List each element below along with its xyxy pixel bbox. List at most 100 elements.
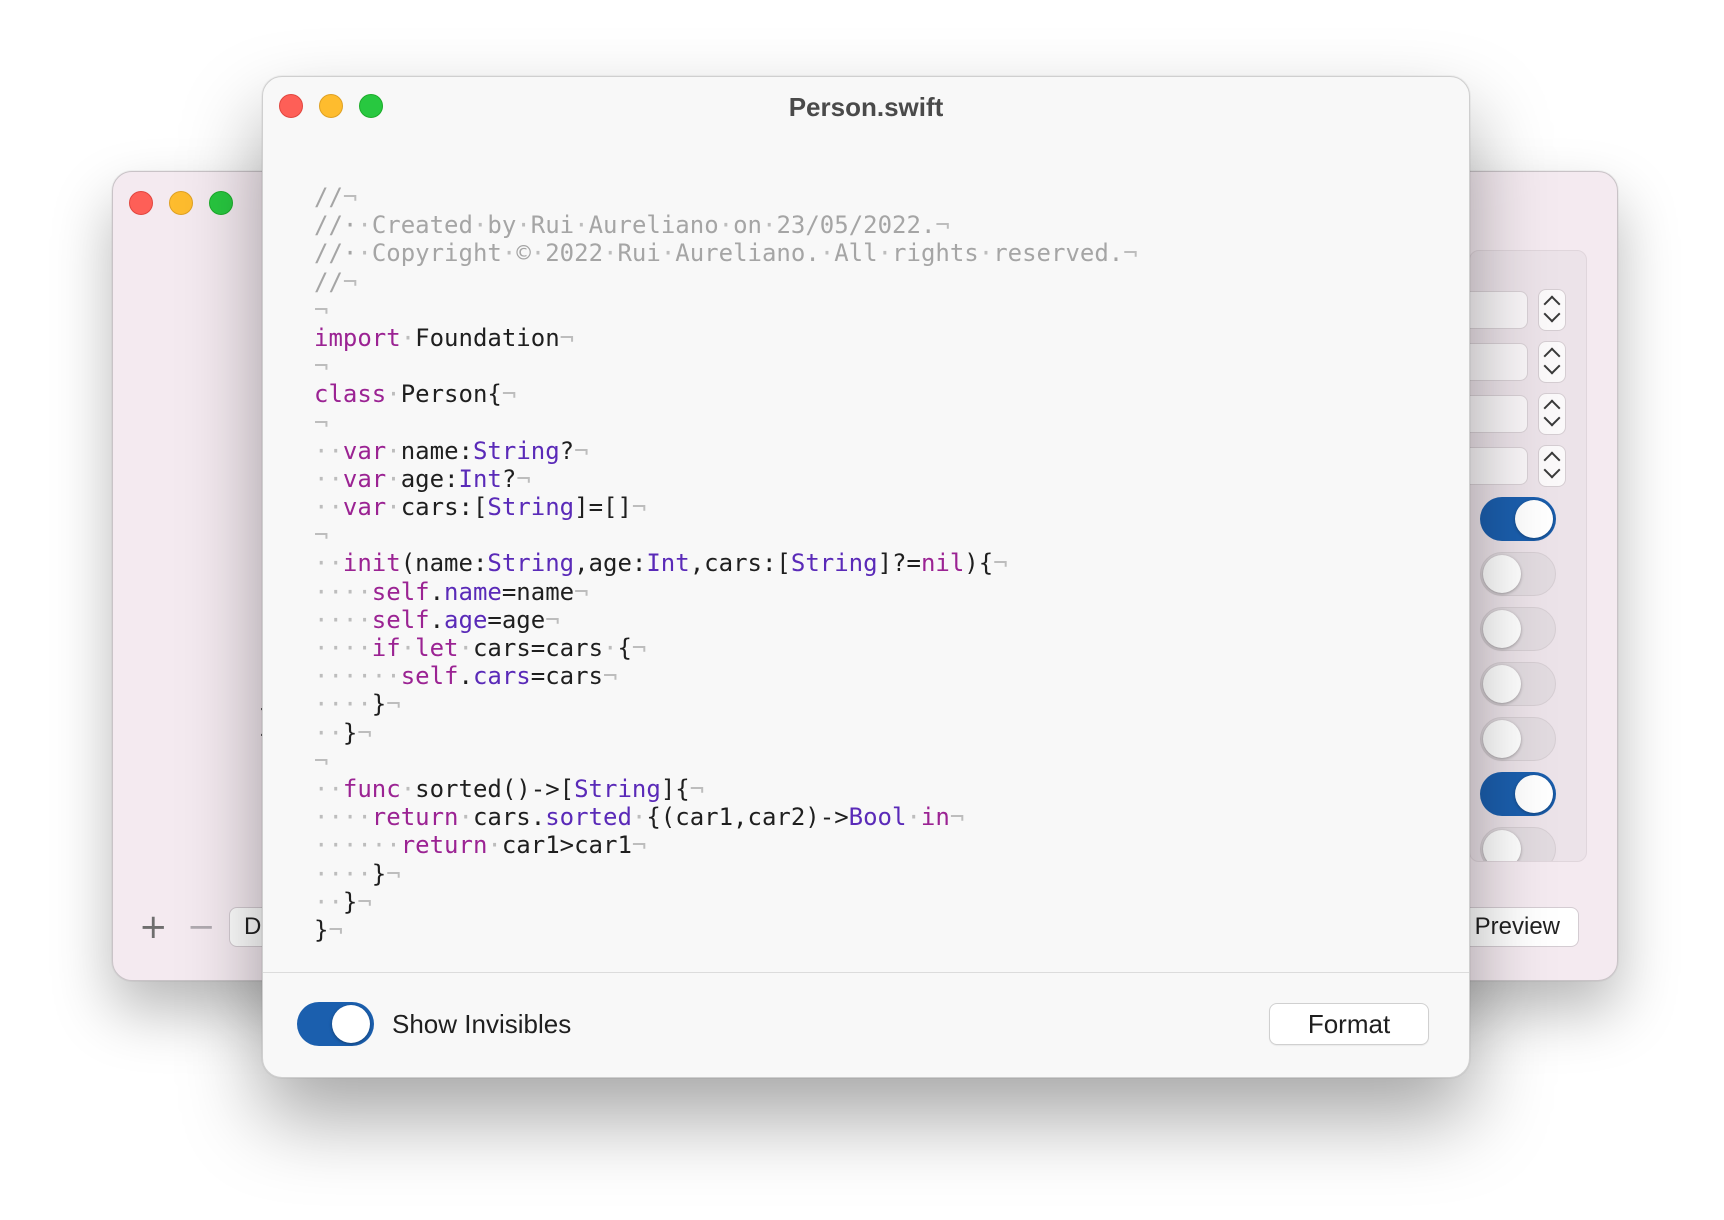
code-token: self [371, 577, 430, 606]
code-token: ¬ [314, 352, 329, 381]
code-token: · [400, 774, 416, 803]
code-token: · [603, 239, 618, 268]
code-token: var [342, 493, 387, 522]
code-token: ¬ [559, 323, 575, 352]
code-line: import·Foundation¬ [314, 324, 1138, 352]
code-token: Int [646, 549, 690, 578]
toggle-switch[interactable] [1480, 772, 1556, 816]
code-token: ¬ [603, 662, 618, 691]
code-token: Aureliano [588, 211, 719, 240]
code-token: ·· [314, 549, 343, 578]
code-token: } [371, 859, 387, 888]
code-token: ¬ [631, 634, 647, 662]
code-token: func [342, 774, 401, 803]
code-token: =cars [530, 662, 603, 691]
code-token: · [357, 211, 372, 240]
minimize-button[interactable] [169, 191, 193, 215]
stepper[interactable] [1538, 289, 1566, 331]
zoom-button[interactable] [209, 191, 233, 215]
number-field[interactable]: ) [1470, 343, 1528, 381]
code-token: ¬ [689, 774, 705, 803]
code-token: {(car1,car2)-> [646, 803, 849, 832]
code-token: ¬ [357, 887, 372, 916]
code-token: ¬ [386, 690, 401, 719]
chevron-down-icon [1543, 357, 1561, 375]
stepper[interactable] [1538, 445, 1566, 487]
code-line: ····}¬ [314, 690, 1138, 718]
show-invisibles-toggle[interactable] [297, 1002, 374, 1046]
code-line: ····}¬ [314, 860, 1138, 888]
code-token: car1>car1 [501, 831, 632, 860]
code-token: ¬ [314, 746, 329, 775]
number-field[interactable] [1470, 291, 1528, 329]
code-token: // [314, 183, 343, 211]
code-token: } [342, 718, 358, 747]
toggle-switch[interactable] [1480, 717, 1556, 761]
stepper[interactable] [1538, 341, 1566, 383]
number-field[interactable] [1470, 447, 1528, 485]
code-token: ¬ [501, 380, 517, 409]
code-line: ··}¬ [314, 719, 1138, 747]
code-token: All [834, 239, 878, 268]
code-token: ···· [314, 634, 372, 662]
code-token: ·· [314, 436, 343, 465]
settings-panel: ) [1469, 250, 1587, 862]
code-token: Copyright [371, 239, 502, 268]
code-token: · [386, 464, 401, 493]
code-token: cars=cars [472, 634, 604, 662]
code-token: ¬ [574, 436, 589, 465]
code-token: //· [314, 211, 358, 240]
code-line: ····return·cars.sorted·{(car1,car2)->Boo… [314, 803, 1138, 831]
code-token: rights [892, 239, 979, 268]
remove-button[interactable]: − [187, 910, 216, 944]
code-token: · [660, 239, 676, 268]
chevron-down-icon [1543, 409, 1561, 427]
code-line: //¬ [314, 268, 1138, 296]
code-token: · [400, 323, 416, 352]
code-token: String [487, 549, 575, 578]
code-token: ···· [314, 577, 372, 606]
toggle-switch[interactable] [1480, 827, 1556, 861]
toggle-switch[interactable] [1480, 662, 1556, 706]
code-line: ····self.age=age¬ [314, 606, 1138, 634]
toggle-switch[interactable] [1480, 607, 1556, 651]
code-token: Foundation [415, 323, 560, 352]
code-line: ¬ [314, 747, 1138, 775]
code-line: ··var·cars:[String]=[]¬ [314, 493, 1138, 521]
code-token: · [472, 211, 488, 240]
code-token: ·· [314, 493, 343, 522]
format-button[interactable]: Format [1269, 1003, 1429, 1045]
code-token: ¬ [949, 803, 965, 832]
code-line: ··var·name:String?¬ [314, 437, 1138, 465]
code-token: // [314, 267, 343, 296]
code-token: ]{ [660, 774, 690, 803]
toggle-switch[interactable] [1480, 552, 1556, 596]
toggle-knob [332, 1005, 370, 1043]
toggle-switch[interactable] [1480, 497, 1556, 541]
number-field[interactable] [1470, 395, 1528, 433]
show-invisibles-label: Show Invisibles [392, 1009, 572, 1039]
code-token: in [920, 803, 950, 832]
code-token: ¬ [993, 549, 1008, 578]
add-button[interactable]: + [139, 910, 168, 944]
chevron-down-icon [1543, 305, 1561, 323]
code-token: ¬ [545, 605, 560, 634]
code-token: ·· [314, 887, 343, 916]
code-token: sorted()->[ [415, 774, 575, 803]
code-token: ¬ [516, 464, 531, 493]
code-line: ··var·age:Int?¬ [314, 465, 1138, 493]
code-line: ··init(name:String,age:Int,cars:[String]… [314, 549, 1138, 577]
code-line: ··}¬ [314, 888, 1138, 916]
code-token: =age [487, 605, 546, 634]
code-line: //··Copyright·©·2022·Rui·Aureliano.·All·… [314, 239, 1138, 267]
footer-divider [263, 972, 1469, 973]
code-line: //¬ [314, 183, 1138, 211]
close-button[interactable] [129, 191, 153, 215]
code-token: age: [400, 464, 459, 493]
code-token: · [978, 239, 994, 268]
code-token: · [819, 239, 835, 268]
code-token: String [472, 436, 560, 465]
code-token: =name [501, 577, 575, 606]
code-editor[interactable]: //¬//··Created·by·Rui·Aureliano·on·23/05… [314, 183, 1138, 944]
stepper[interactable] [1538, 393, 1566, 435]
